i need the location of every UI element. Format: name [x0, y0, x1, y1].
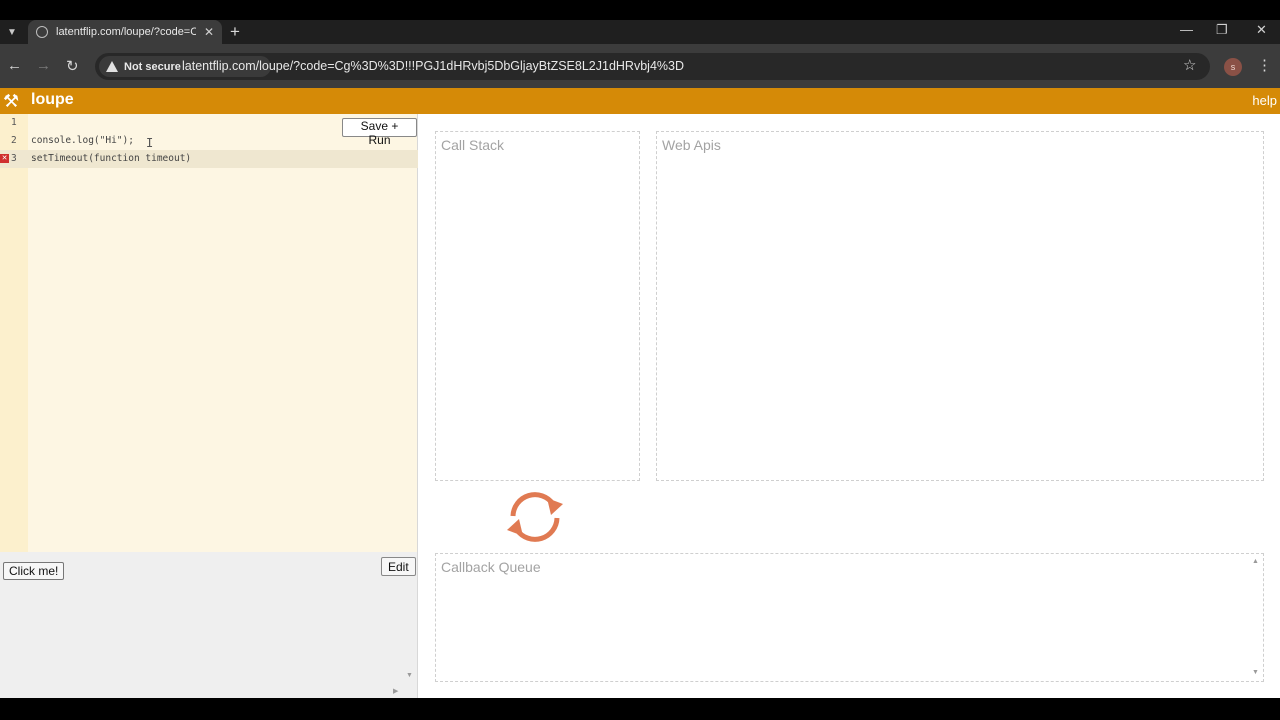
- menu-kebab-icon[interactable]: ⋮: [1257, 56, 1272, 74]
- tools-icon: ⚒: [3, 91, 20, 111]
- forward-icon[interactable]: →: [36, 57, 51, 74]
- restore-icon[interactable]: ❐: [1216, 22, 1228, 38]
- edit-button[interactable]: Edit: [381, 557, 416, 576]
- reload-icon[interactable]: ↻: [66, 57, 79, 75]
- warning-icon: [106, 61, 118, 72]
- close-window-icon[interactable]: ✕: [1256, 22, 1267, 38]
- html-preview-pane: Click me! Edit ▼ ▶: [0, 552, 418, 698]
- app-header: ⚒ loupe help: [0, 88, 1280, 114]
- browser-tab-bar: ▼ latentflip.com/loupe/?code=Cg ✕ + — ❐ …: [0, 20, 1280, 44]
- browser-tab[interactable]: latentflip.com/loupe/?code=Cg ✕: [28, 20, 222, 44]
- web-apis-panel: Web Apis: [656, 131, 1264, 481]
- help-link[interactable]: help: [1252, 93, 1277, 108]
- back-icon[interactable]: ←: [7, 57, 22, 74]
- url-text[interactable]: latentflip.com/loupe/?code=Cg%3D%3D!!!PG…: [182, 59, 684, 73]
- minimize-icon[interactable]: —: [1180, 22, 1193, 37]
- security-label: Not secure: [124, 60, 181, 73]
- scroll-down-arrow-icon[interactable]: ▼: [1252, 669, 1259, 676]
- address-bar[interactable]: Not secure latentflip.com/loupe/?code=Cg…: [95, 53, 1210, 80]
- line-code[interactable]: setTimeout(function timeout): [31, 153, 191, 164]
- scroll-up-arrow-icon[interactable]: ▲: [1252, 558, 1259, 565]
- line-number: 2: [11, 135, 17, 146]
- screen: ▼ latentflip.com/loupe/?code=Cg ✕ + — ❐ …: [0, 0, 1280, 720]
- call-stack-title: Call Stack: [441, 137, 505, 153]
- text-cursor-icon: I: [146, 136, 154, 150]
- error-icon: ✕: [0, 154, 9, 163]
- line-code[interactable]: console.log("Hi");: [31, 135, 134, 146]
- profile-avatar[interactable]: s: [1224, 58, 1242, 76]
- scroll-down-arrow-icon[interactable]: ▼: [406, 672, 413, 679]
- browser-toolbar: ← → ↻ Not secure latentflip.com/loupe/?c…: [0, 44, 1280, 88]
- code-editor[interactable]: 1 2 console.log("Hi"); ✕ 3 setTimeout(fu…: [0, 114, 418, 552]
- line-gutter: [0, 114, 28, 552]
- new-tab-icon[interactable]: +: [230, 22, 240, 42]
- callback-queue-title: Callback Queue: [441, 559, 541, 575]
- event-loop-icon: [507, 492, 563, 542]
- scroll-right-arrow-icon[interactable]: ▶: [393, 687, 398, 695]
- click-me-button[interactable]: Click me!: [3, 562, 65, 580]
- app-brand: loupe: [31, 91, 74, 108]
- bookmark-star-icon[interactable]: ☆: [1183, 56, 1196, 74]
- close-tab-icon[interactable]: ✕: [204, 25, 214, 39]
- globe-icon: [36, 26, 48, 38]
- line-number: 1: [11, 117, 17, 128]
- line-number: 3: [11, 153, 17, 164]
- call-stack-panel: Call Stack: [435, 131, 640, 481]
- callback-queue-panel: Callback Queue ▲ ▼: [435, 553, 1264, 682]
- save-run-button[interactable]: Save + Run: [342, 118, 417, 147]
- web-apis-title: Web Apis: [662, 137, 721, 153]
- tab-title: latentflip.com/loupe/?code=Cg: [56, 26, 196, 38]
- tab-search-chevron-icon[interactable]: ▼: [2, 23, 22, 41]
- editor-line-active[interactable]: ✕ 3 setTimeout(function timeout): [0, 150, 418, 168]
- loupe-app: ⚒ loupe help 1 2 console.log("Hi"); ✕ 3 …: [0, 88, 1280, 698]
